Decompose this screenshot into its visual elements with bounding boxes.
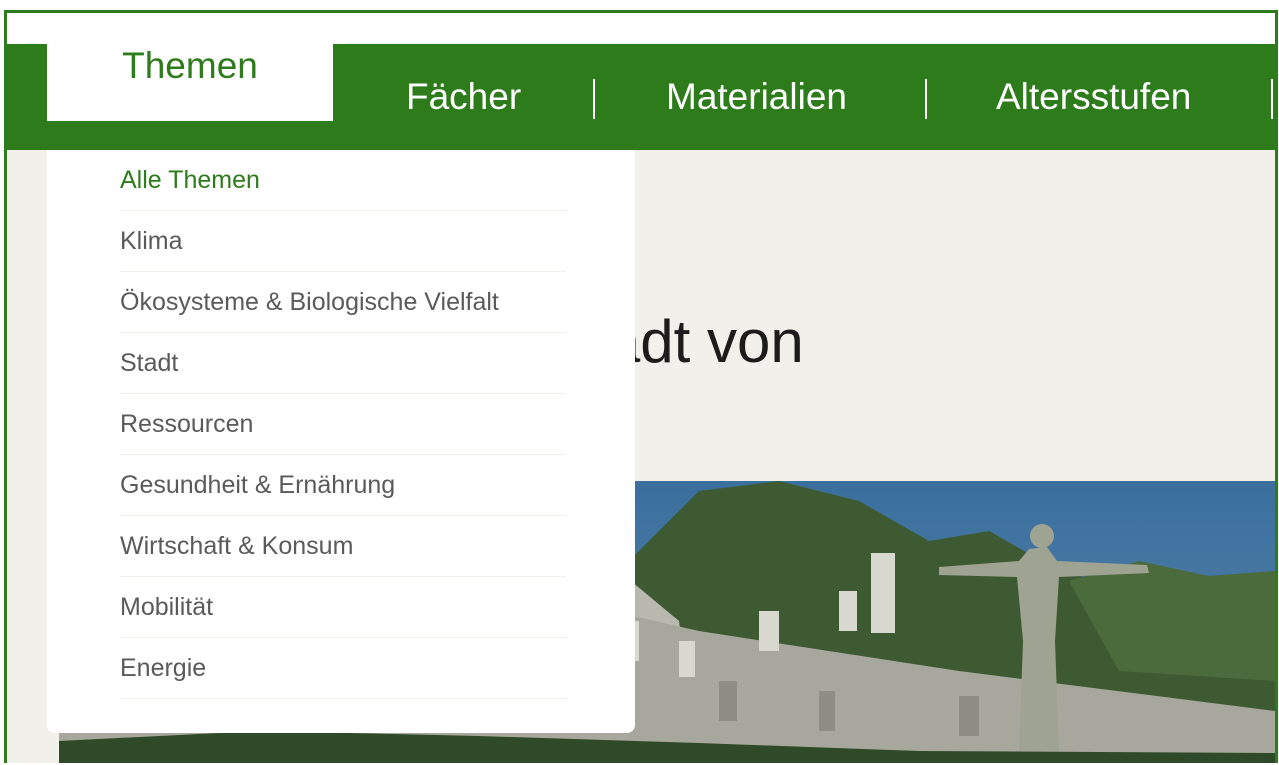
nav-separator [925, 79, 927, 119]
menu-item-wirtschaft[interactable]: Wirtschaft & Konsum [120, 516, 566, 577]
menu-item-gesundheit[interactable]: Gesundheit & Ernährung [120, 455, 566, 516]
tab-faecher[interactable]: Fächer [406, 44, 521, 150]
article-kicker: fend [622, 270, 1262, 301]
themen-dropdown-menu: Alle Themen Klima Ökosysteme & Biologisc… [47, 150, 635, 733]
nav-separator [593, 79, 595, 119]
menu-item-mobilitaet[interactable]: Mobilität [120, 577, 566, 638]
menu-item-oekosysteme[interactable]: Ökosysteme & Biologische Vielfalt [120, 272, 566, 333]
nav-separator [1271, 79, 1273, 119]
tab-materialien[interactable]: Materialien [666, 44, 847, 150]
page-frame: Fächer Materialien Altersstufen Themen f… [4, 10, 1278, 763]
article-title[interactable]: er baut die Stadt von [615, 307, 1265, 376]
tab-altersstufen[interactable]: Altersstufen [996, 44, 1191, 150]
tab-themen[interactable]: Themen [47, 27, 333, 121]
menu-item-ressourcen[interactable]: Ressourcen [120, 394, 566, 455]
dropdown-list: Alle Themen Klima Ökosysteme & Biologisc… [120, 150, 566, 699]
menu-item-stadt[interactable]: Stadt [120, 333, 566, 394]
menu-item-energie[interactable]: Energie [120, 638, 566, 699]
tab-themen-label: Themen [122, 45, 258, 86]
menu-item-klima[interactable]: Klima [120, 211, 566, 272]
menu-item-alle-themen[interactable]: Alle Themen [120, 150, 566, 211]
